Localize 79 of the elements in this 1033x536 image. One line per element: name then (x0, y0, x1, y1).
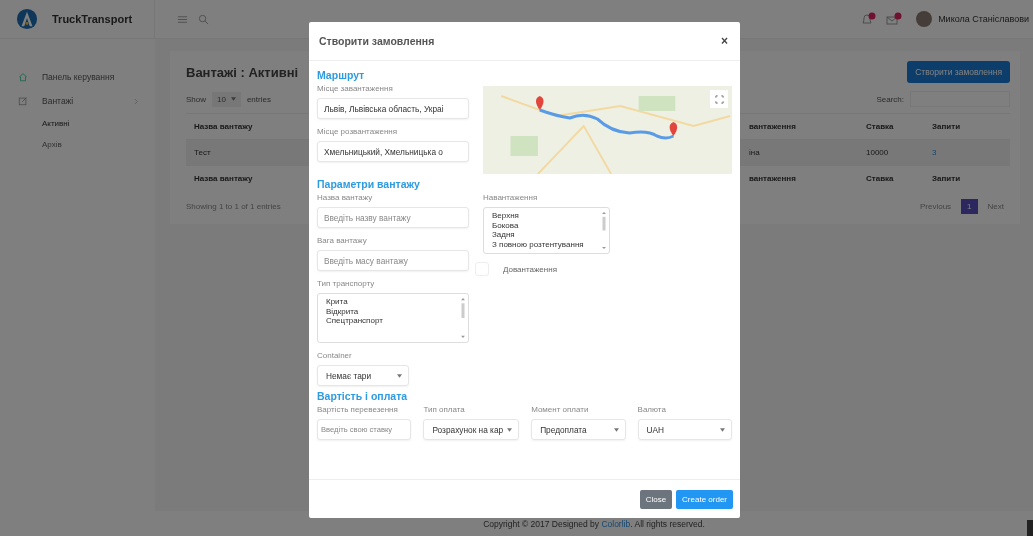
list-option[interactable]: Відкрита (326, 306, 460, 316)
column-footer: Ставка (858, 174, 924, 183)
caret-icon (720, 427, 725, 432)
column-header[interactable]: Запити (924, 122, 1010, 131)
section-heading: Параметри вантажу (317, 178, 421, 190)
field-label: Тип оплата (423, 405, 466, 414)
section-heading: Маршрут (317, 69, 366, 81)
table-cell-text: Тест (193, 148, 212, 157)
table-cell-text: іна (748, 148, 761, 157)
field-label: Тип транспорту (317, 279, 376, 288)
checkbox-label: Довантаження (503, 264, 557, 274)
caret-icon (613, 427, 619, 432)
field-label: Назва вантажу (317, 193, 374, 202)
page-title: Вантажі : Активні (186, 64, 299, 80)
section-heading: Вартість і оплата (317, 390, 409, 402)
column-footer: Назва вантажу (186, 174, 309, 183)
field-label: Container (317, 351, 353, 360)
scrollbar[interactable] (460, 297, 466, 339)
copyright-text: Copyright © 2017 Designed by Colorlib. All rights reserved. (483, 518, 705, 529)
input-field[interactable]: Львів, Львівська область, Украі (317, 98, 469, 119)
menu-icon[interactable] (177, 13, 188, 25)
column-header[interactable]: Ставка (858, 122, 924, 131)
close-button[interactable]: × (719, 34, 730, 48)
field-label: Момент оплати (531, 405, 590, 414)
dropdown[interactable]: Предоплата (531, 419, 626, 440)
list-option[interactable]: Верхня (492, 211, 601, 221)
field-label: Місце завантаження (317, 84, 394, 93)
fullscreen-icon (714, 94, 724, 104)
create-order-button[interactable]: Створити замовлення (907, 61, 1010, 83)
input-field[interactable]: Введіть масу вантажу (317, 250, 469, 271)
field-label: Місце розвантаження (317, 127, 399, 136)
column-header[interactable]: вантаження (741, 122, 858, 131)
dropdown[interactable]: UAH (637, 419, 732, 440)
brand-name: TruckTransport (52, 13, 133, 25)
input-field[interactable]: Хмельницький, Хмельницька о (317, 141, 469, 162)
column-footer: Запити (924, 174, 1010, 183)
caret-icon (397, 373, 402, 378)
list-option[interactable]: З повною розтентування (492, 239, 601, 249)
nav-item[interactable]: Вантажі (0, 89, 155, 113)
field-label: Навантаження (483, 193, 539, 202)
bell-icon[interactable] (860, 12, 877, 26)
edit-icon (18, 96, 28, 106)
list-option[interactable]: Бокова (492, 220, 601, 230)
show-label: Show (186, 94, 206, 104)
page-size-select[interactable]: 10 (212, 91, 241, 107)
list-box[interactable]: Крита Відкрита Спецтранспорт (317, 293, 469, 343)
column-footer: вантаження (741, 174, 858, 183)
home-icon (18, 72, 28, 82)
column-header[interactable]: Назва вантажу (186, 122, 309, 131)
list-box[interactable]: Верхня Бокова Задня З повною розтентування (483, 207, 610, 254)
nav-subitem[interactable]: Архів (0, 134, 155, 155)
search-label: Search: (876, 94, 904, 104)
input-field[interactable]: Введіть назву вантажу (317, 207, 469, 228)
user-name[interactable]: Микола Станіславови (938, 14, 1029, 24)
caret-icon (507, 427, 513, 432)
table-cell-text: 10000 (865, 148, 890, 157)
nav-subitem[interactable]: Активні (0, 113, 155, 134)
caret-icon (230, 97, 236, 101)
field-label: Вартість перевезення (317, 405, 399, 414)
list-option[interactable]: Спецтранспорт (326, 316, 460, 326)
dialog-title: Створити замовлення (319, 35, 435, 47)
fullscreen-button[interactable] (710, 90, 728, 108)
create-order-button[interactable]: Create order (676, 489, 733, 509)
close-button[interactable]: Close (639, 489, 673, 509)
search-icon[interactable] (198, 13, 209, 25)
field-label: Валюта (637, 405, 667, 414)
entries-label: entries (246, 94, 271, 104)
logo-icon (16, 8, 38, 30)
dropdown[interactable]: Немає тари (317, 365, 409, 386)
field-label: Вага вантажу (317, 236, 368, 245)
mail-icon[interactable] (886, 12, 903, 26)
pagination-button[interactable]: 1 (961, 199, 978, 214)
list-option[interactable]: Крита (326, 297, 460, 307)
list-option[interactable]: Задня (492, 230, 601, 240)
nav-item[interactable]: Панель керування (0, 65, 155, 89)
chevron-icon (134, 97, 139, 105)
dropdown[interactable]: Розрахунок на кар (423, 419, 520, 440)
avatar-icon[interactable] (916, 11, 933, 27)
scrollbar[interactable] (601, 211, 607, 250)
